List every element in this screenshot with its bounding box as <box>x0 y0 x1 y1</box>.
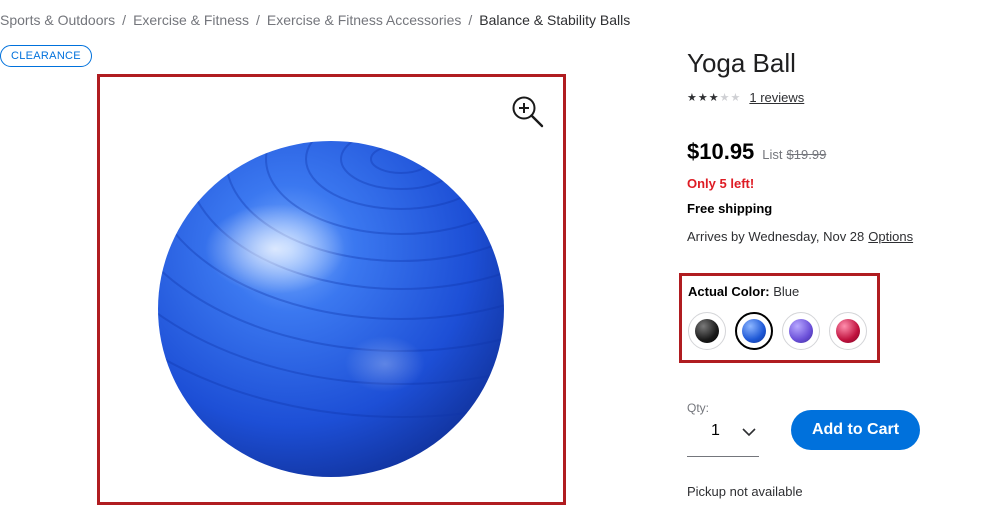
stock-warning: Only 5 left! <box>687 176 755 191</box>
color-label: Actual Color: Blue <box>688 284 799 299</box>
color-selected-value: Blue <box>773 284 800 299</box>
shipping-info: Free shipping <box>687 201 773 216</box>
chevron-down-icon <box>742 428 756 437</box>
clearance-badge: CLEARANCE <box>0 45 92 67</box>
breadcrumb-separator: / <box>468 12 473 28</box>
arrival-date: Arrives by Wednesday, Nov 28 <box>687 229 865 244</box>
color-swatches <box>688 312 867 350</box>
swatch-ball-blue <box>742 319 766 343</box>
color-swatch-black[interactable] <box>688 312 726 350</box>
quantity-select[interactable]: 1 <box>687 417 759 457</box>
star-icon: ★ <box>687 92 698 104</box>
breadcrumb-item-stability-balls[interactable]: Balance & Stability Balls <box>479 12 630 28</box>
star-icon: ★ <box>697 92 709 104</box>
color-swatch-purple[interactable] <box>782 312 820 350</box>
star-empty-icon: ★ <box>730 92 742 104</box>
breadcrumb-item-exercise-fitness[interactable]: Exercise & Fitness <box>133 12 249 28</box>
swatch-ball-black <box>695 319 719 343</box>
current-price: $10.95 <box>687 139 755 164</box>
product-image-yoga-ball <box>158 141 504 477</box>
swatch-ball-red <box>836 319 860 343</box>
arrival-info: Arrives by Wednesday, Nov 28 Options <box>687 229 913 244</box>
color-swatch-red[interactable] <box>829 312 867 350</box>
product-image-frame[interactable] <box>97 74 566 505</box>
quantity-value: 1 <box>711 422 720 439</box>
swatch-ball-purple <box>789 319 813 343</box>
color-selector: Actual Color: Blue <box>679 273 880 363</box>
star-icon: ★ <box>708 92 720 104</box>
star-rating: ★★★★★ <box>687 91 741 104</box>
quantity-label: Qty: <box>687 401 710 415</box>
breadcrumb-separator: / <box>122 12 127 28</box>
price-row: $10.95 List $19.99 <box>687 139 826 165</box>
breadcrumb-item-fitness-accessories[interactable]: Exercise & Fitness Accessories <box>267 12 462 28</box>
list-price-label: List <box>762 147 783 162</box>
rating-row: ★★★★★ 1 reviews <box>687 90 804 105</box>
breadcrumb: Sports & Outdoors / Exercise & Fitness / Exe… <box>0 12 630 28</box>
star-empty-icon: ★ <box>719 92 731 104</box>
list-price: $19.99 <box>786 147 827 162</box>
options-link[interactable]: Options <box>868 229 913 244</box>
color-swatch-blue[interactable] <box>735 312 773 350</box>
breadcrumb-item-sports-outdoors[interactable]: Sports & Outdoors <box>0 12 115 28</box>
zoom-in-icon[interactable] <box>511 95 545 129</box>
color-label-title: Actual Color: <box>688 284 770 299</box>
pickup-info: Pickup not available <box>687 484 803 499</box>
breadcrumb-separator: / <box>256 12 260 28</box>
reviews-link[interactable]: 1 reviews <box>749 90 804 105</box>
product-title: Yoga Ball <box>687 48 796 78</box>
add-to-cart-button[interactable]: Add to Cart <box>791 410 920 450</box>
